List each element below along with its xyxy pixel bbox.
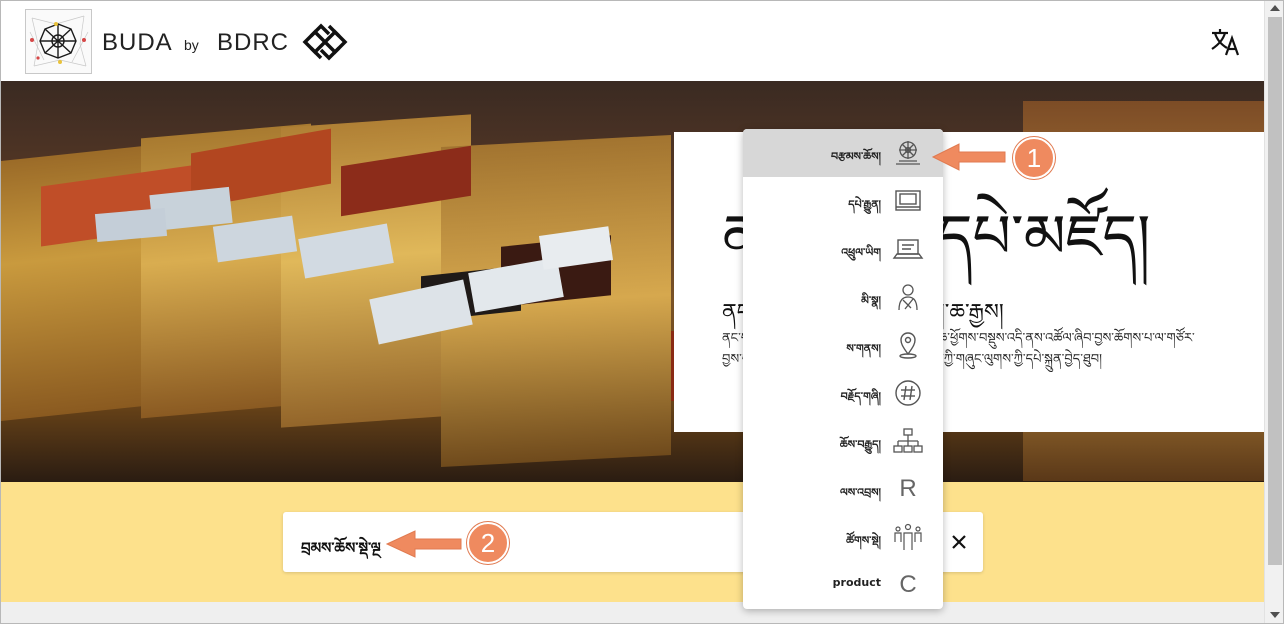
dropdown-item-label: བརྗོད་གཞི། (840, 390, 881, 403)
dropdown-item-product[interactable]: product C (743, 561, 943, 609)
dropdown-item-label: ལས་འབྲས། (839, 486, 881, 499)
dropdown-item-label: བརྩམས་ཆོས། (830, 150, 881, 163)
vertical-scrollbar[interactable] (1264, 1, 1283, 623)
dropdown-item-label: ཚོགས་སྡེ། (846, 534, 881, 547)
callout-arrow-icon (931, 143, 1006, 171)
callout-arrow-icon (385, 530, 462, 558)
dropdown-item-label: ཆོས་བརྒྱུད། (839, 438, 881, 451)
search-section: བྲམས་ཆོས་སྡེ་ལྔ (1, 482, 1264, 602)
language-switch-button[interactable] (1209, 27, 1243, 57)
translate-icon (1211, 29, 1240, 56)
top-header: BUDA by BDRC (1, 1, 1264, 81)
brand-name[interactable]: BUDA (102, 29, 173, 57)
wheel-network-logo-icon (29, 15, 89, 67)
endless-knot-icon[interactable] (297, 21, 353, 63)
dropdown-item-label: དཔེ་རྒྱུན། (848, 198, 881, 211)
scrollbar-thumb[interactable] (1268, 17, 1282, 565)
dropdown-item-label: ས་གནས། (846, 342, 881, 355)
map-pin-icon (899, 332, 917, 359)
dropdown-item-label: འཕྲུལ་ཡིག (841, 246, 881, 259)
brand-org-name[interactable]: BDRC (217, 29, 289, 57)
dropdown-item-etext[interactable]: འཕྲུལ་ཡིག (743, 225, 943, 273)
dropdown-item-instances[interactable]: དཔེ་རྒྱུན། (743, 177, 943, 225)
search-type-dropdown: བརྩམས་ཆོས། དཔེ་རྒྱུན། འཕྲུལ་ཡིག མི་སྣ། ས… (743, 129, 943, 609)
brand-by-text: by (184, 37, 199, 53)
dharma-wheel-icon (896, 141, 920, 165)
r-letter-icon: R (899, 475, 917, 502)
lineage-tree-icon (893, 428, 923, 453)
pecha-icon (895, 190, 921, 211)
clear-search-button[interactable] (945, 528, 973, 556)
dropdown-item-works[interactable]: བརྩམས་ཆོས། (743, 129, 943, 177)
callout-badge-1: 1 (1013, 137, 1055, 179)
dropdown-item-label: product (832, 576, 881, 589)
hashtag-icon (895, 380, 921, 406)
dropdown-item-corporations[interactable]: ཚོགས་སྡེ། (743, 513, 943, 561)
hero-banner: ནང་བསྟན་དཔེ་མཛོད། ནང་བསྟན་དཔེ་ཚོགས་དང་ཡི… (1, 81, 1264, 482)
dropdown-item-lineages[interactable]: ཆོས་བརྒྱུད། (743, 417, 943, 465)
dropdown-item-topics[interactable]: བརྗོད་གཞི། (743, 369, 943, 417)
dropdown-item-roles[interactable]: ལས་འབྲས། R (743, 465, 943, 513)
laptop-icon (892, 239, 924, 259)
scroll-down-arrow-icon[interactable] (1270, 612, 1280, 618)
dropdown-item-persons[interactable]: མི་སྣ། (743, 273, 943, 321)
page-bottom-strip (1, 602, 1264, 623)
buda-logo[interactable] (25, 9, 92, 74)
dropdown-item-places[interactable]: ས་གནས། (743, 321, 943, 369)
browser-viewport: BUDA by BDRC ནང་བ ཆ་ཕྱོགས་བསྡུས་འདི་ནས་འ… (0, 0, 1284, 624)
search-input-value[interactable]: བྲམས་ཆོས་སྡེ་ལྔ (301, 532, 381, 574)
c-letter-icon: C (899, 571, 917, 598)
dropdown-item-label: མི་སྣ། (861, 294, 881, 307)
scroll-up-arrow-icon[interactable] (1270, 5, 1280, 11)
person-icon (898, 284, 918, 311)
callout-badge-2: 2 (467, 522, 509, 564)
corporation-icon (894, 523, 922, 550)
close-icon (952, 535, 966, 549)
